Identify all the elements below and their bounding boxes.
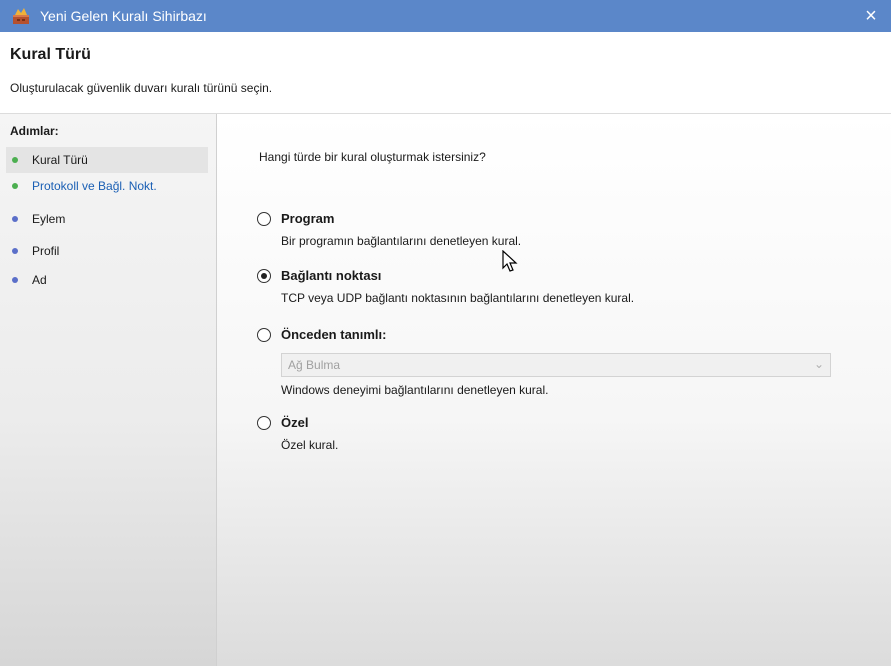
- step-label: Profil: [32, 244, 60, 258]
- step-status-dot: [12, 157, 18, 163]
- mouse-cursor-icon: [502, 250, 518, 272]
- step-ad[interactable]: Ad: [6, 267, 208, 293]
- main-panel: Hangi türde bir kural oluşturmak istersi…: [217, 114, 891, 666]
- step-label: Kural Türü: [32, 153, 88, 167]
- step-label: Eylem: [32, 212, 66, 226]
- step-status-dot: [12, 277, 18, 283]
- step-profil[interactable]: Profil: [6, 238, 208, 264]
- window-title: Yeni Gelen Kuralı Sihirbazı: [40, 8, 207, 24]
- option-description: Bir programın bağlantılarını denetleyen …: [281, 234, 522, 248]
- step-status-dot: [12, 248, 18, 254]
- page-subtitle: Oluşturulacak güvenlik duvarı kuralı tür…: [10, 81, 273, 95]
- option-description: TCP veya UDP bağlantı noktasının bağlant…: [281, 291, 635, 305]
- option-description: Windows deneyimi bağlantılarını denetley…: [281, 383, 549, 397]
- step-status-dot: [12, 216, 18, 222]
- option-label[interactable]: Özel: [281, 415, 308, 430]
- chevron-down-icon: ⌄: [813, 357, 824, 371]
- option-label[interactable]: Program: [281, 211, 334, 226]
- close-icon[interactable]: ×: [851, 0, 891, 32]
- custom-radio[interactable]: [257, 416, 271, 430]
- steps-title: Adımlar:: [10, 124, 59, 138]
- option-label[interactable]: Önceden tanımlı:: [281, 327, 386, 342]
- step-label: Ad: [32, 273, 47, 287]
- steps-sidebar: Adımlar: Kural Türü Protokoll ve Bağl. N…: [0, 114, 217, 666]
- program-radio[interactable]: [257, 212, 271, 226]
- step-protokol[interactable]: Protokoll ve Bağl. Nokt.: [6, 173, 208, 199]
- port-radio[interactable]: [257, 269, 271, 283]
- option-label[interactable]: Bağlantı noktası: [281, 268, 381, 283]
- page-header: Kural Türü Oluşturulacak güvenlik duvarı…: [0, 32, 891, 114]
- step-status-dot: [12, 183, 18, 189]
- page-title: Kural Türü: [10, 46, 91, 63]
- title-bar: Yeni Gelen Kuralı Sihirbazı ×: [0, 0, 891, 32]
- step-kural-turu[interactable]: Kural Türü: [6, 147, 208, 173]
- rule-type-question: Hangi türde bir kural oluşturmak istersi…: [259, 150, 486, 164]
- select-value: Ağ Bulma: [288, 358, 341, 372]
- option-description: Özel kural.: [281, 438, 339, 452]
- step-eylem[interactable]: Eylem: [6, 206, 208, 232]
- step-label: Protokoll ve Bağl. Nokt.: [32, 179, 157, 193]
- predefined-rule-select[interactable]: Ağ Bulma ⌄: [281, 353, 831, 377]
- firewall-wizard-icon: [13, 8, 29, 24]
- predefined-radio[interactable]: [257, 328, 271, 342]
